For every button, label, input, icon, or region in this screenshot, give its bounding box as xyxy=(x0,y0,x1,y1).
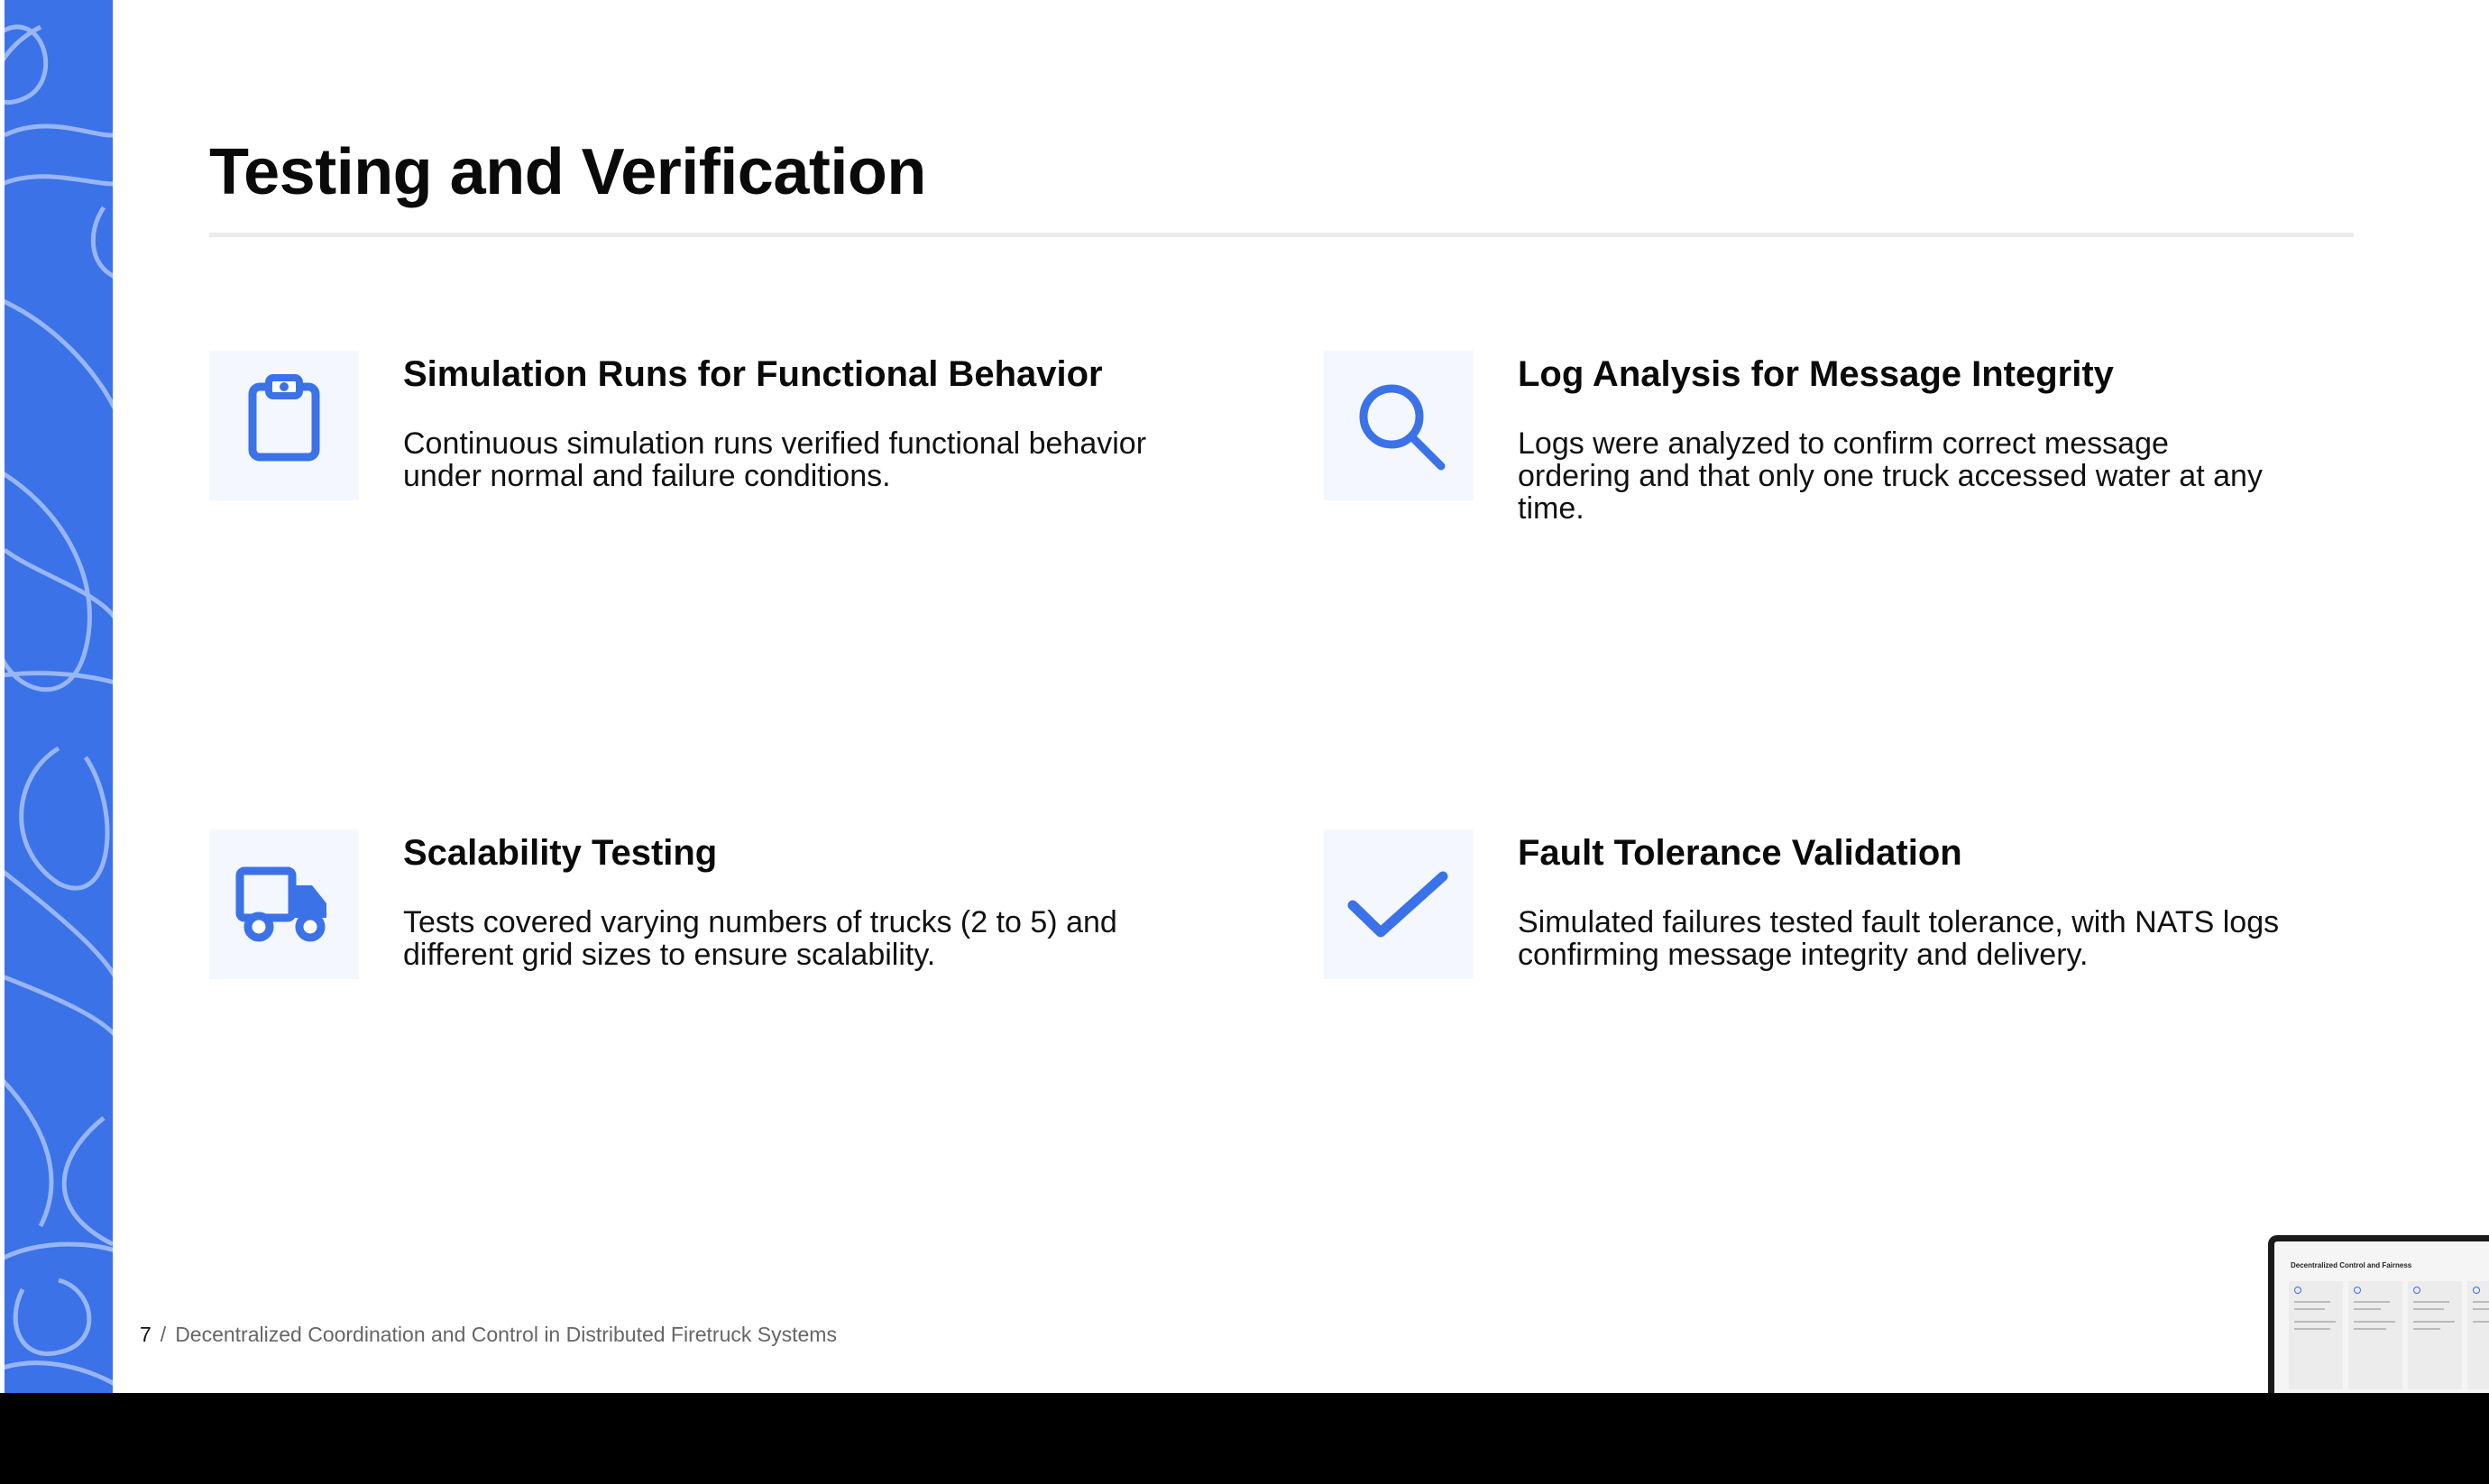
icon-tile xyxy=(209,351,359,500)
thumbnail-column xyxy=(2348,1281,2402,1389)
icon-tile xyxy=(209,829,359,979)
decorative-side-band xyxy=(5,0,113,1393)
checkmark-icon xyxy=(1347,871,1448,938)
card-description: Simulated failures tested fault toleranc… xyxy=(1518,905,2280,972)
truck-icon xyxy=(235,866,326,942)
slide-title: Testing and Verification xyxy=(209,136,926,208)
card-heading: Scalability Testing xyxy=(403,833,718,873)
thumbnail-column xyxy=(2467,1281,2489,1389)
wave-pattern-icon xyxy=(5,0,113,1393)
thumbnail-title: Decentralized Control and Fairness xyxy=(2291,1261,2412,1269)
next-slide-thumbnail[interactable]: Decentralized Control and Fairness xyxy=(2268,1235,2489,1393)
clipboard-icon xyxy=(248,374,320,462)
slide-canvas: Testing and Verification Simulation Runs… xyxy=(0,0,2489,1393)
card-heading: Log Analysis for Message Integrity xyxy=(1518,354,2114,394)
card-description: Tests covered varying numbers of trucks … xyxy=(403,905,1117,972)
icon-tile xyxy=(1324,351,1474,500)
thumbnail-column xyxy=(2408,1281,2462,1389)
deck-title: Decentralized Coordination and Control i… xyxy=(175,1323,837,1346)
icon-tile xyxy=(1324,829,1474,979)
card-description: Continuous simulation runs verified func… xyxy=(403,426,1147,493)
thumbnail-column xyxy=(2289,1281,2343,1389)
title-divider xyxy=(209,233,2354,237)
card-heading: Fault Tolerance Validation xyxy=(1518,833,1962,873)
card-description: Logs were analyzed to confirm correct me… xyxy=(1518,426,2263,526)
card-heading: Simulation Runs for Functional Behavior xyxy=(403,354,1103,394)
footer-separator: / xyxy=(160,1323,167,1346)
slide-footer: 7 / Decentralized Coordination and Control… xyxy=(140,1323,837,1347)
search-icon xyxy=(1359,384,1446,471)
page-number: 7 xyxy=(140,1323,152,1346)
